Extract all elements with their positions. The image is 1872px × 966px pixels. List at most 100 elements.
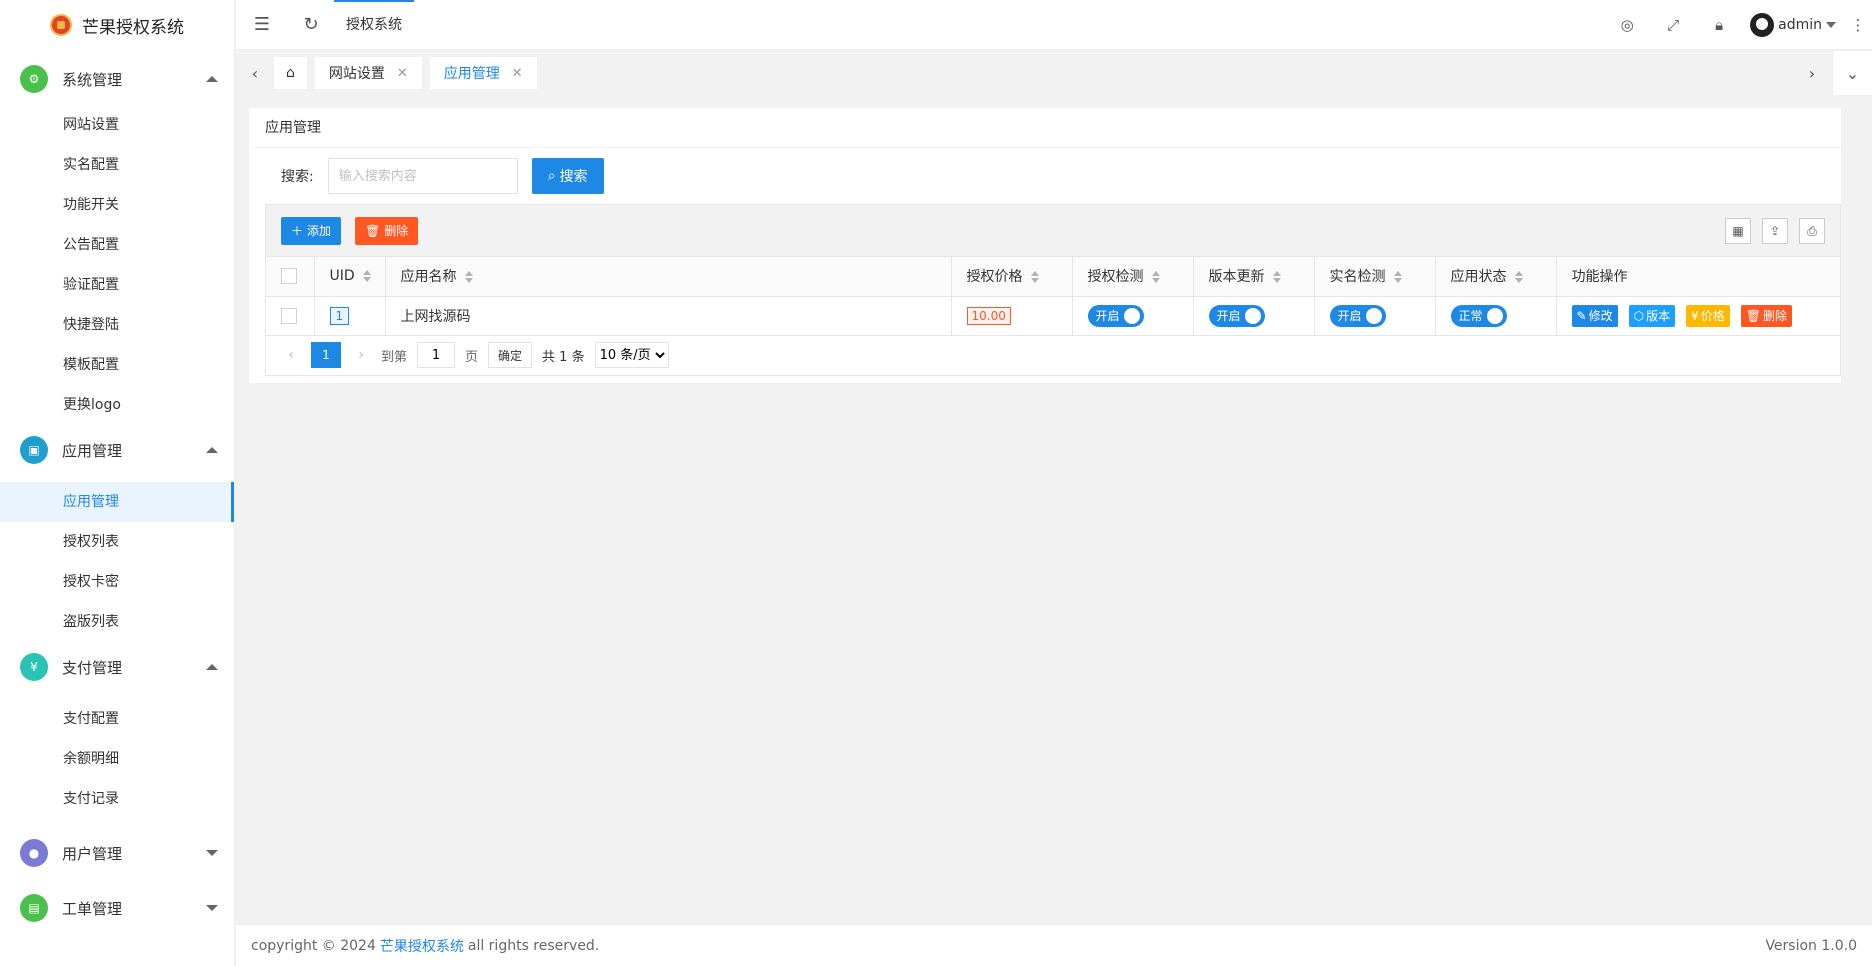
sidebar-item-balance-detail[interactable]: 余额明细 xyxy=(0,739,234,779)
sidebar-item-piracy-list[interactable]: 盗版列表 xyxy=(0,602,234,642)
edit-button[interactable]: ✎ 修改 xyxy=(1571,304,1618,327)
toggle-knob xyxy=(1123,307,1140,324)
add-button[interactable]: ＋ 添加 xyxy=(281,216,342,245)
realname-check-toggle[interactable]: 开启 xyxy=(1329,304,1386,327)
total-count: 共 1 条 xyxy=(542,349,585,365)
refresh-icon[interactable]: ↻ xyxy=(288,0,334,50)
delete-button[interactable]: 🗑︎ 删除 xyxy=(355,216,419,245)
table: UID 应用名称 授权价格 授权检测 版本更新 实名检测 应用状态 功能操作 1… xyxy=(266,257,1840,336)
auth-check-toggle[interactable]: 开启 xyxy=(1087,304,1144,327)
header-label: 授权价格 xyxy=(966,269,1023,286)
app-logo[interactable]: 芒果授权系统 xyxy=(0,0,234,50)
menu-group-title: 用户管理 xyxy=(62,844,123,863)
sidebar-item-website-settings[interactable]: 网站设置 xyxy=(0,105,234,145)
menu-group-users[interactable]: ● 用户管理 xyxy=(0,833,234,873)
collapse-menu-icon[interactable]: ☰ xyxy=(236,0,288,50)
header-label: 功能操作 xyxy=(1571,269,1628,286)
yen-icon: ¥ xyxy=(1691,308,1699,323)
menu-group-system[interactable]: ⚙ 系统管理 xyxy=(0,59,234,99)
sidebar-item-verify-config[interactable]: 验证配置 xyxy=(0,265,234,305)
sidebar-item-realname-config[interactable]: 实名配置 xyxy=(0,145,234,185)
sort-icon[interactable] xyxy=(1514,271,1523,284)
delete-label: 删除 xyxy=(1762,309,1787,323)
select-all-checkbox[interactable] xyxy=(281,268,297,285)
export-icon[interactable]: ⇪ xyxy=(1762,218,1788,244)
lock-icon[interactable]: 🔒︎ xyxy=(1696,0,1742,50)
search-button[interactable]: ⌕ 搜索 xyxy=(531,158,604,194)
price-badge: 10.00 xyxy=(966,306,1011,325)
header-price[interactable]: 授权价格 xyxy=(951,257,1073,297)
prev-page-icon[interactable]: ‹ xyxy=(281,347,301,363)
columns-filter-icon[interactable]: ▦ xyxy=(1725,218,1751,244)
actions-cell: ✎ 修改 ⬡ 版本 ¥ 价格 🗑︎ 删除 xyxy=(1556,296,1840,336)
sidebar-item-quick-login[interactable]: 快捷登陆 xyxy=(0,305,234,345)
more-vertical-icon[interactable]: ⋮ xyxy=(1844,0,1872,50)
sidebar-item-auth-cards[interactable]: 授权卡密 xyxy=(0,562,234,602)
uid-cell: 1 xyxy=(314,296,386,336)
menu-group-payment[interactable]: ¥ 支付管理 xyxy=(0,647,234,687)
header-status[interactable]: 应用状态 xyxy=(1435,257,1557,297)
header-uid[interactable]: UID xyxy=(314,257,386,297)
sort-icon[interactable] xyxy=(1030,271,1039,284)
print-icon[interactable]: ⎙ xyxy=(1799,218,1825,244)
sidebar-item-feature-switch[interactable]: 功能开关 xyxy=(0,185,234,225)
menu-group-app[interactable]: ▣ 应用管理 xyxy=(0,430,234,470)
sort-icon[interactable] xyxy=(1393,271,1402,284)
sidebar-item-change-logo[interactable]: 更换logo xyxy=(0,385,234,425)
header-auth-check[interactable]: 授权检测 xyxy=(1072,257,1194,297)
tab-app-manage[interactable]: 应用管理 ✕ xyxy=(429,57,537,89)
header-app-name[interactable]: 应用名称 xyxy=(385,257,952,297)
price-label: 价格 xyxy=(1700,309,1725,323)
sort-icon[interactable] xyxy=(1272,271,1281,284)
menu-group-tickets[interactable]: ▤ 工单管理 xyxy=(0,888,234,928)
current-page[interactable]: 1 xyxy=(311,342,341,368)
sidebar-item-template-config[interactable]: 模板配置 xyxy=(0,345,234,385)
per-page-select[interactable]: 10 条/页 xyxy=(594,342,669,368)
next-page-icon[interactable]: › xyxy=(351,347,371,363)
header-tab[interactable]: 授权系统 xyxy=(334,0,414,50)
chevron-right-icon[interactable]: › xyxy=(1792,51,1832,95)
fullscreen-icon[interactable]: ⤢ xyxy=(1650,0,1696,50)
sidebar-item-notice-config[interactable]: 公告配置 xyxy=(0,225,234,265)
chevron-left-icon[interactable]: ‹ xyxy=(236,51,274,95)
toggle-knob xyxy=(1365,307,1382,324)
row-checkbox[interactable] xyxy=(281,307,297,324)
version-update-toggle[interactable]: 开启 xyxy=(1208,304,1265,327)
sidebar-item-app-manage[interactable]: 应用管理 xyxy=(0,482,234,522)
sidebar-item-pay-config[interactable]: 支付配置 xyxy=(0,699,234,739)
header-label: 授权检测 xyxy=(1087,269,1144,286)
cube-icon: ⬡ xyxy=(1633,308,1645,323)
row-delete-button[interactable]: 🗑︎ 删除 xyxy=(1740,304,1792,327)
sidebar-item-pay-records[interactable]: 支付记录 xyxy=(0,779,234,819)
status-toggle[interactable]: 正常 xyxy=(1450,304,1507,327)
chevron-down-icon[interactable]: ⌄ xyxy=(1832,51,1872,95)
toggle-knob xyxy=(1244,307,1261,324)
header-realname-check[interactable]: 实名检测 xyxy=(1314,257,1436,297)
footer-link[interactable]: 芒果授权系统 xyxy=(380,936,464,956)
close-icon[interactable]: ✕ xyxy=(397,66,408,81)
tab-website-settings[interactable]: 网站设置 ✕ xyxy=(314,57,422,89)
price-button[interactable]: ¥ 价格 xyxy=(1686,304,1730,327)
username: admin xyxy=(1778,17,1822,33)
toolbar-right: ▦ ⇪ ⎙ xyxy=(1725,218,1825,244)
gear-icon: ⚙ xyxy=(20,65,48,93)
payment-icon: ¥ xyxy=(20,653,48,681)
version-button[interactable]: ⬡ 版本 xyxy=(1628,304,1676,327)
goto-page-input[interactable] xyxy=(417,342,456,368)
close-icon[interactable]: ✕ xyxy=(512,66,523,81)
logo-icon xyxy=(50,14,72,36)
sort-icon[interactable] xyxy=(464,271,473,284)
sort-icon[interactable] xyxy=(1151,271,1160,284)
search-input[interactable] xyxy=(327,158,518,194)
realname-check-cell: 开启 xyxy=(1314,296,1436,336)
sidebar-item-auth-list[interactable]: 授权列表 xyxy=(0,522,234,562)
globe-icon[interactable]: ◎ xyxy=(1604,0,1650,50)
tab-home[interactable]: ⌂ xyxy=(274,57,307,89)
sidebar: 芒果授权系统 ⚙ 系统管理 网站设置 实名配置 功能开关 公告配置 验证配置 快… xyxy=(0,0,235,966)
sort-icon[interactable] xyxy=(362,270,371,283)
user-menu[interactable]: admin xyxy=(1742,13,1844,37)
chevron-down-icon xyxy=(206,850,218,856)
header-version-update[interactable]: 版本更新 xyxy=(1193,257,1315,297)
avatar xyxy=(1750,13,1775,37)
goto-confirm-button[interactable]: 确定 xyxy=(488,342,533,368)
